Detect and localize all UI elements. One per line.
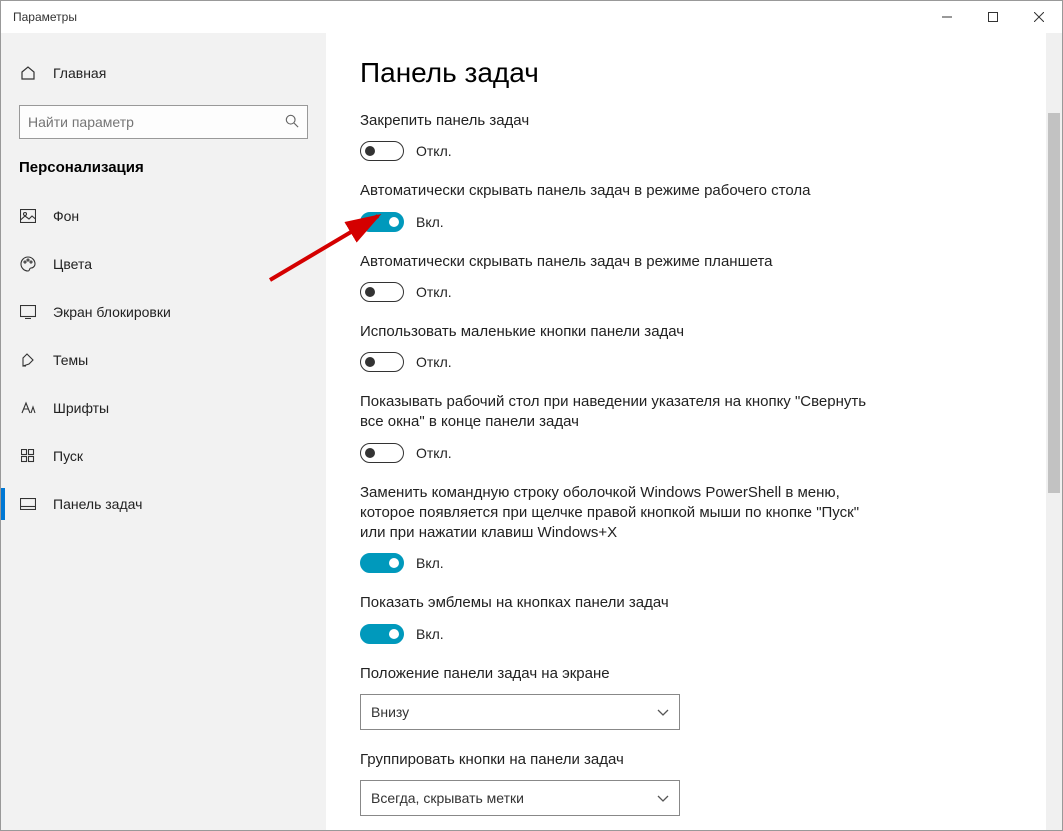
page-title: Панель задач: [360, 57, 1016, 89]
sidebar-item-label: Пуск: [53, 448, 83, 464]
sidebar-item-lockscreen[interactable]: Экран блокировки: [1, 288, 326, 336]
toggle-state: Вкл.: [416, 214, 444, 230]
dropdown-position[interactable]: Внизу: [360, 694, 680, 730]
sidebar-item-themes[interactable]: Темы: [1, 336, 326, 384]
scrollbar[interactable]: [1046, 33, 1062, 830]
search-icon: [285, 114, 299, 131]
sidebar-item-start[interactable]: Пуск: [1, 432, 326, 480]
toggle-powershell[interactable]: [360, 553, 404, 573]
home-icon: [19, 65, 37, 81]
picture-icon: [19, 209, 37, 223]
sidebar-item-label: Панель задач: [53, 496, 142, 512]
sidebar-item-label: Фон: [53, 208, 79, 224]
nav-home-label: Главная: [53, 65, 106, 81]
content-area: Панель задач Закрепить панель задач Откл…: [326, 33, 1046, 830]
setting-label: Автоматически скрывать панель задач в ре…: [360, 181, 880, 201]
sidebar-item-colors[interactable]: Цвета: [1, 240, 326, 288]
fonts-icon: [19, 401, 37, 415]
dropdown-value: Внизу: [371, 704, 409, 720]
maximize-button[interactable]: [970, 1, 1016, 33]
sidebar-item-label: Цвета: [53, 256, 92, 272]
toggle-small-buttons[interactable]: [360, 352, 404, 372]
sidebar-item-label: Шрифты: [53, 400, 109, 416]
palette-icon: [19, 256, 37, 272]
setting-lock-taskbar: Закрепить панель задач Откл.: [360, 111, 880, 161]
setting-small-buttons: Использовать маленькие кнопки панели зад…: [360, 322, 880, 372]
toggle-badges[interactable]: [360, 624, 404, 644]
toggle-state: Откл.: [416, 445, 452, 461]
setting-label: Показать эмблемы на кнопках панели задач: [360, 593, 880, 613]
sidebar-item-taskbar[interactable]: Панель задач: [1, 480, 326, 528]
toggle-lock-taskbar[interactable]: [360, 141, 404, 161]
sidebar-item-label: Темы: [53, 352, 88, 368]
toggle-peek-desktop[interactable]: [360, 443, 404, 463]
sidebar: Главная Персонализация Фон Цвета Экран б…: [1, 33, 326, 830]
sidebar-item-label: Экран блокировки: [53, 304, 171, 320]
toggle-state: Вкл.: [416, 555, 444, 571]
toggle-state: Откл.: [416, 284, 452, 300]
setting-badges: Показать эмблемы на кнопках панели задач…: [360, 593, 880, 643]
toggle-state: Откл.: [416, 143, 452, 159]
toggle-autohide-tablet[interactable]: [360, 282, 404, 302]
setting-label: Группировать кнопки на панели задач: [360, 750, 880, 770]
dropdown-value: Всегда, скрывать метки: [371, 790, 524, 806]
toggle-autohide-desktop[interactable]: [360, 212, 404, 232]
chevron-down-icon: [657, 790, 669, 806]
setting-label: Заменить командную строку оболочкой Wind…: [360, 483, 880, 544]
setting-autohide-desktop: Автоматически скрывать панель задач в ре…: [360, 181, 880, 231]
chevron-down-icon: [657, 704, 669, 720]
minimize-button[interactable]: [924, 1, 970, 33]
search-input[interactable]: [28, 114, 285, 130]
setting-label: Автоматически скрывать панель задач в ре…: [360, 252, 880, 272]
taskbar-icon: [19, 498, 37, 510]
dropdown-combine[interactable]: Всегда, скрывать метки: [360, 780, 680, 816]
setting-powershell: Заменить командную строку оболочкой Wind…: [360, 483, 880, 574]
setting-label: Использовать маленькие кнопки панели зад…: [360, 322, 880, 342]
themes-icon: [19, 352, 37, 368]
setting-combine: Группировать кнопки на панели задач Всег…: [360, 750, 880, 816]
category-title: Персонализация: [1, 153, 326, 192]
start-icon: [19, 449, 37, 463]
setting-label: Показывать рабочий стол при наведении ук…: [360, 392, 880, 433]
window-title: Параметры: [13, 10, 77, 24]
toggle-state: Вкл.: [416, 626, 444, 642]
setting-position: Положение панели задач на экране Внизу: [360, 664, 880, 730]
sidebar-item-background[interactable]: Фон: [1, 192, 326, 240]
sidebar-item-fonts[interactable]: Шрифты: [1, 384, 326, 432]
search-box[interactable]: [19, 105, 308, 139]
setting-label: Закрепить панель задач: [360, 111, 880, 131]
scrollbar-thumb[interactable]: [1048, 113, 1060, 493]
nav-home[interactable]: Главная: [1, 51, 326, 95]
titlebar: Параметры: [1, 1, 1062, 33]
close-button[interactable]: [1016, 1, 1062, 33]
setting-autohide-tablet: Автоматически скрывать панель задач в ре…: [360, 252, 880, 302]
lockscreen-icon: [19, 305, 37, 319]
toggle-state: Откл.: [416, 354, 452, 370]
setting-peek-desktop: Показывать рабочий стол при наведении ук…: [360, 392, 880, 463]
setting-label: Положение панели задач на экране: [360, 664, 880, 684]
window-controls: [924, 1, 1062, 33]
